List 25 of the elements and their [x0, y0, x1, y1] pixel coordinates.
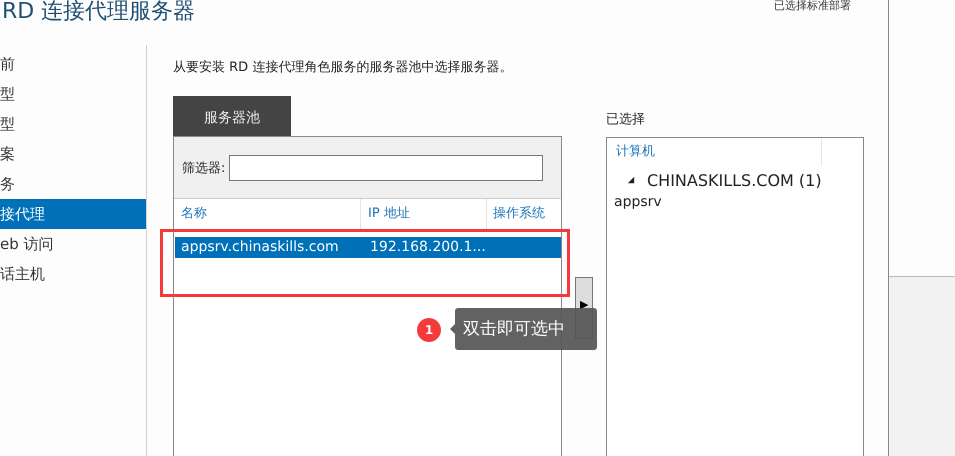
filter-label: 筛选器: — [182, 160, 226, 176]
instruction-text: 从要安装 RD 连接代理角色服务的服务器池中选择服务器。 — [173, 59, 514, 77]
sidebar-item[interactable]: 案 — [0, 139, 146, 169]
column-header[interactable]: 名称 — [174, 199, 361, 229]
sidebar-item[interactable]: 型 — [0, 109, 146, 139]
table-cell-text: 192.168.200.1... — [369, 238, 486, 257]
sidebar-item[interactable]: 话主机 — [0, 259, 146, 289]
selected-label: 已选择 — [606, 111, 646, 129]
filter-field[interactable] — [229, 154, 544, 180]
tooltip: 双击即可选中 — [455, 308, 597, 350]
table-cell-text: appsrv.chinaskills.com — [180, 238, 340, 257]
sidebar-item[interactable]: eb 访问 — [0, 229, 146, 259]
server-row[interactable]: appsrv.chinaskills.com 192.168.200.1... — [175, 237, 561, 258]
group-label: CHINASKILLS.COM (1) — [647, 170, 822, 190]
column-header[interactable]: 操作系统 — [487, 199, 561, 229]
expand-icon[interactable] — [627, 176, 635, 184]
deployment-label: 已选择标准部署 — [774, 0, 851, 12]
sidebar-item[interactable]: 务 — [0, 169, 146, 199]
server-pool-tab[interactable]: 服务器池 — [173, 96, 291, 136]
column-header[interactable]: 计算机 — [607, 138, 822, 166]
sidebar-item[interactable]: 前 — [0, 49, 146, 79]
computer-item[interactable]: appsrv — [607, 192, 863, 212]
column-header[interactable]: IP 地址 — [361, 199, 487, 229]
sidebar-item[interactable]: 型 — [0, 79, 146, 109]
sidebar-item[interactable]: 接代理 — [0, 199, 146, 229]
